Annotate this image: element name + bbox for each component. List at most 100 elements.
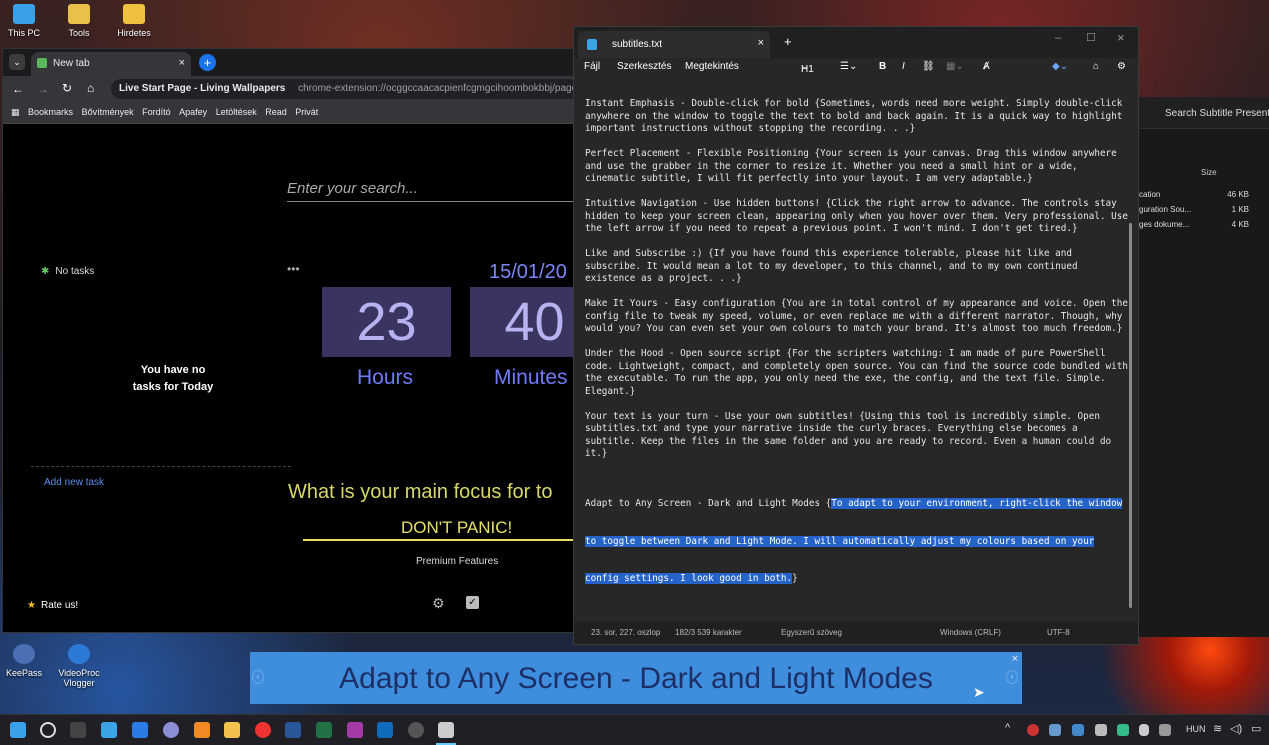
explorer-search-input[interactable]: Search Subtitle Presente [1165,108,1269,119]
reload-icon[interactable]: ↻ [62,81,72,95]
bookmark-item[interactable]: Bookmarks [28,102,79,117]
new-tab-button[interactable]: + [199,54,216,71]
minimize-icon[interactable]: – [1055,32,1061,44]
text-line: Under the Hood - Open source script {For… [585,348,1106,359]
app-icon[interactable] [163,722,179,738]
bookmark-item[interactable]: Bővítmények [82,102,140,117]
list-icon[interactable]: ☰⌄ [840,61,857,72]
tab-subtitles[interactable]: subtitles.txt × [578,31,770,58]
desktop-icon-tools[interactable]: Tools [55,4,103,38]
gear-icon[interactable]: ⚙ [432,595,445,612]
terminal-icon[interactable] [70,722,86,738]
bookmarks-bar: ▦ Bookmarks Bővítmények Fordító Apafey L… [3,102,575,124]
menu-edit[interactable]: Szerkesztés [617,61,671,72]
text-line: config file to tweak my speed, volume, o… [585,310,1123,322]
language-indicator[interactable]: HUN [1186,724,1206,734]
rate-us-link[interactable]: ★ Rate us! [27,600,78,611]
italic-icon[interactable]: I [902,61,905,72]
notepad-text-area[interactable]: Instant Emphasis - Double-click for bold… [585,73,1130,624]
menu-file[interactable]: Fájl [584,61,600,72]
subtitle-app-icon[interactable] [438,722,454,738]
bluetooth-icon[interactable] [1072,724,1084,736]
text-line: Adapt to Any Screen - Dark and Light Mod… [585,498,1123,509]
obs-icon[interactable] [408,722,424,738]
maximize-icon[interactable]: ☐ [1086,31,1096,44]
apps-icon[interactable]: ▦ [3,102,26,118]
microphone-icon[interactable] [1139,724,1149,736]
text-line: Like and Subscribe :) {If you have found… [585,248,1072,259]
vlc-icon[interactable] [194,722,210,738]
link-icon[interactable]: ⛓ [922,61,935,72]
add-task-link[interactable]: Add new task [44,477,104,488]
premium-link[interactable]: Premium Features [416,556,498,567]
list-item[interactable]: ges dokume... 4 KB [1139,217,1249,232]
scrollbar-thumb[interactable] [1129,223,1132,608]
wifi-icon[interactable]: ≋ [1213,722,1222,735]
close-window-icon[interactable]: × [1117,30,1125,45]
settings-icon[interactable]: ⚙ [1117,61,1126,72]
chevron-up-icon[interactable]: ^ [1005,722,1010,734]
bookmark-item[interactable]: Fordító [142,102,177,117]
desktop-icon-videoproc[interactable]: VideoProc Vlogger [55,644,103,688]
text-line: the left arrow if you need to repeat a p… [585,223,1078,234]
search-input[interactable]: Enter your search... [287,180,575,202]
notepad-taskbar-icon[interactable] [101,722,117,738]
desktop-icon-hirdetes[interactable]: Hirdetes [110,4,158,38]
next-arrow-icon[interactable]: › [1006,670,1018,684]
size-column-header[interactable]: Size [1201,168,1217,177]
excel-icon[interactable] [316,722,332,738]
desktop-icon-keepass[interactable]: KeePass [0,644,48,678]
volume-icon[interactable]: ◁) [1230,722,1242,735]
subtitle-bar[interactable]: ‹ Adapt to Any Screen - Dark and Light M… [250,652,1022,704]
menu-view[interactable]: Megtekintés [685,61,739,72]
vscode-icon[interactable] [132,722,148,738]
more-icon[interactable]: ••• [287,262,300,276]
forward-icon[interactable]: → [37,82,49,96]
line-ending[interactable]: Windows (CRLF) [940,628,1001,637]
app-icon[interactable] [347,722,363,738]
close-tab-icon[interactable]: × [179,57,185,69]
back-icon[interactable]: ← [12,82,24,96]
heading-dropdown[interactable]: H1 ⌄ [801,61,814,75]
battery-icon[interactable]: ▭ [1251,722,1261,735]
format-label[interactable]: Egyszerű szöveg [781,628,842,637]
checkbox-icon[interactable]: ✓ [466,596,479,609]
home-icon[interactable]: ⌂ [87,81,94,95]
tray-icon[interactable] [1027,724,1039,736]
tray-icon[interactable] [1159,724,1171,736]
bookmark-item[interactable]: Letöltések [216,102,263,117]
tray-icon[interactable] [1117,724,1129,736]
bookmark-item[interactable]: Apafey [179,102,213,117]
new-tab-button[interactable]: + [784,34,792,49]
focus-answer[interactable]: DON'T PANIC! [401,518,512,538]
explorer-file-list: cation 46 KB guration Sou... 1 KB ges doku… [1139,187,1249,232]
desktop-icon-this-pc[interactable]: This PC [0,4,48,38]
prev-arrow-icon[interactable]: ‹ [252,670,264,684]
search-icon[interactable] [40,722,56,738]
start-icon[interactable] [10,722,26,738]
tray-icon[interactable] [1095,724,1107,736]
file-explorer-icon[interactable] [224,722,240,738]
site-chip: Live Start Page - Living Wallpapers [119,83,286,94]
chrome-icon[interactable] [255,722,271,738]
address-bar[interactable]: Live Start Page - Living Wallpapers chro… [111,79,581,99]
close-tab-icon[interactable]: × [758,37,764,49]
bookmark-item[interactable]: Read [265,102,293,117]
list-item[interactable]: cation 46 KB [1139,187,1249,202]
copilot-icon[interactable]: ◆⌄ [1052,61,1068,72]
tab-search-icon[interactable]: ⌄ [9,54,25,70]
account-icon[interactable]: ⌂ [1093,61,1099,72]
clear-format-icon[interactable]: Ⱥ [983,61,990,72]
bookmark-item[interactable]: Privát [295,102,324,117]
word-icon[interactable] [285,722,301,738]
tray-icon[interactable] [1049,724,1061,736]
text-line: the executable. To run the app, you only… [585,373,1106,384]
tab-new-tab[interactable]: New tab × [31,52,191,76]
list-item[interactable]: guration Sou... 1 KB [1139,202,1249,217]
bold-icon[interactable]: B [879,61,886,72]
table-icon[interactable]: ▦⌄ [946,61,964,72]
text-line: ​ [585,286,1130,299]
encoding[interactable]: UTF-8 [1047,628,1070,637]
close-icon[interactable]: × [1010,654,1020,665]
outlook-icon[interactable] [377,722,393,738]
